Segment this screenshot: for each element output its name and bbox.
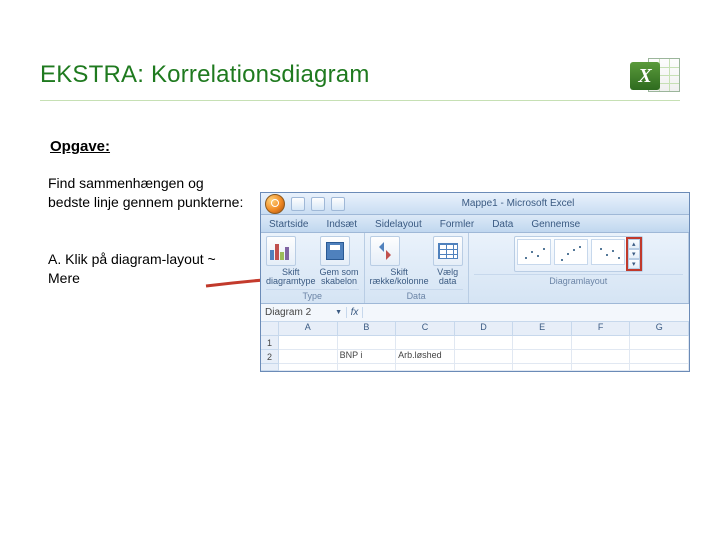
cell-d2[interactable] [455,350,514,364]
more-dropdown-icon[interactable]: ▾ [628,259,640,269]
row-header-1[interactable]: 1 [261,336,279,350]
tab-gennemse[interactable]: Gennemse [527,217,584,232]
col-header-d[interactable]: D [455,322,514,336]
select-data-label: Vælg data [433,268,463,287]
name-box-value: Diagram 2 [265,307,311,318]
change-chart-type-label: Skift diagramtype [266,268,316,287]
qat-undo-icon[interactable] [311,197,325,211]
ribbon: Skift diagramtype Gem som skabelon Type … [261,233,689,304]
intro-text: Find sammenhængen og bedste linje gennem… [48,174,248,212]
cell-f1[interactable] [572,336,631,350]
scroll-up-icon[interactable]: ▴ [628,239,640,249]
change-chart-type-button[interactable] [266,236,296,266]
formula-bar-row: Diagram 2 ▼ fx [261,304,689,322]
name-box-dropdown-icon[interactable]: ▼ [335,309,342,316]
cell-g2[interactable] [630,350,689,364]
row-header-3[interactable] [261,364,279,371]
cell-g1[interactable] [630,336,689,350]
office-button-icon[interactable] [265,194,285,214]
ribbon-group-diagramlayout: ▴ ▾ ▾ Diagramlayout [469,233,689,303]
cell-c3[interactable] [396,364,455,371]
tab-formler[interactable]: Formler [436,217,478,232]
excel-logo-icon: X [630,56,680,94]
col-header-c[interactable]: C [396,322,455,336]
tab-sidelayout[interactable]: Sidelayout [371,217,426,232]
cell-b2[interactable]: BNP i [338,350,397,364]
col-header-b[interactable]: B [338,322,397,336]
worksheet: A B C D E F G 1 2 BNP i Arb.løshed [261,322,689,371]
switch-row-column-label: Skift række/kolonne [370,268,429,287]
tab-startside[interactable]: Startside [265,217,312,232]
cell-d1[interactable] [455,336,514,350]
chart-layout-gallery[interactable]: ▴ ▾ ▾ [514,236,643,272]
cell-e2[interactable] [513,350,572,364]
slide-title: EKSTRA: Korrelationsdiagram [40,61,370,89]
step-a-text: A. Klik på diagram-layout ~ Mere [48,250,228,288]
group-name-data: Data [370,289,463,301]
cell-e3[interactable] [513,364,572,371]
fx-icon[interactable]: fx [347,307,363,318]
qat-save-icon[interactable] [291,197,305,211]
cell-b3[interactable] [338,364,397,371]
cell-a3[interactable] [279,364,338,371]
save-as-template-label: Gem som skabelon [320,268,359,287]
save-as-template-button[interactable] [320,236,350,266]
row-header-2[interactable]: 2 [261,350,279,364]
cell-b1[interactable] [338,336,397,350]
scroll-down-icon[interactable]: ▾ [628,249,640,259]
select-all-corner[interactable] [261,322,279,336]
layout-gallery-more-button[interactable]: ▴ ▾ ▾ [628,239,640,269]
layout-thumb-1[interactable] [517,239,551,265]
cell-e1[interactable] [513,336,572,350]
cell-d3[interactable] [455,364,514,371]
tab-data[interactable]: Data [488,217,517,232]
window-title: Mappe1 - Microsoft Excel [351,198,685,209]
cell-a1[interactable] [279,336,338,350]
col-header-e[interactable]: E [513,322,572,336]
name-box[interactable]: Diagram 2 ▼ [261,307,347,318]
group-name-diagramlayout: Diagramlayout [474,274,683,286]
col-header-f[interactable]: F [572,322,631,336]
col-header-g[interactable]: G [630,322,689,336]
cell-a2[interactable] [279,350,338,364]
quick-access-toolbar: Mappe1 - Microsoft Excel [261,193,689,215]
tab-indsaet[interactable]: Indsæt [322,217,361,232]
cell-f3[interactable] [572,364,631,371]
cell-c2[interactable]: Arb.løshed [396,350,455,364]
layout-thumb-3[interactable] [591,239,625,265]
group-name-type: Type [266,289,359,301]
title-divider [40,100,680,101]
qat-redo-icon[interactable] [331,197,345,211]
cell-f2[interactable] [572,350,631,364]
cell-c1[interactable] [396,336,455,350]
ribbon-group-data: Skift række/kolonne Vælg data Data [365,233,469,303]
select-data-button[interactable] [433,236,463,266]
switch-row-column-button[interactable] [370,236,400,266]
col-header-a[interactable]: A [279,322,338,336]
ribbon-group-type: Skift diagramtype Gem som skabelon Type [261,233,365,303]
cell-g3[interactable] [630,364,689,371]
opgave-heading: Opgave: [50,138,110,155]
ribbon-tabs: Startside Indsæt Sidelayout Formler Data… [261,215,689,233]
excel-screenshot: Mappe1 - Microsoft Excel Startside Indsæ… [260,192,690,372]
layout-thumb-2[interactable] [554,239,588,265]
